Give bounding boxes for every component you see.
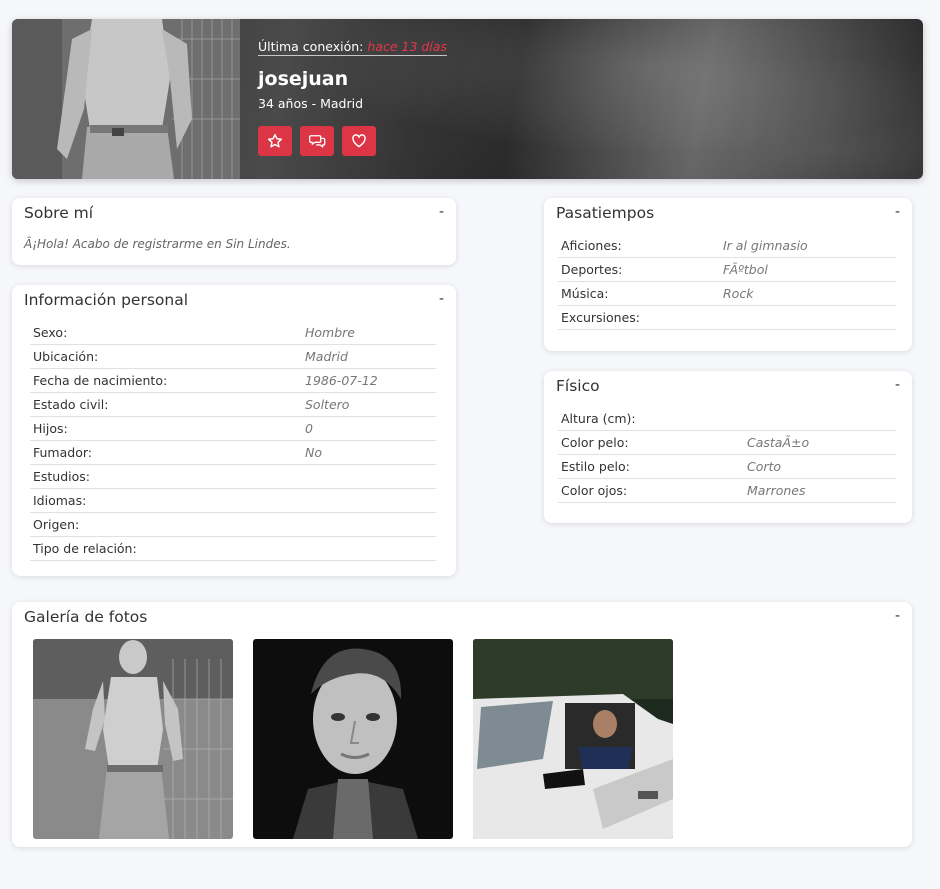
- table-row: Tipo de relación:: [30, 537, 436, 561]
- row-label: Altura (cm):: [561, 411, 636, 426]
- header-info: Última conexión: hace 13 días josejuan 34…: [258, 19, 923, 179]
- heart-icon: [352, 134, 366, 148]
- personal-info-card: Información personal - Sexo: Hombre Ubica…: [12, 285, 456, 576]
- about-title: Sobre mí: [24, 204, 94, 222]
- about-card: Sobre mí - Â¡Hola! Acabo de registrarme …: [12, 198, 456, 265]
- about-text: Â¡Hola! Acabo de registrarme en Sin Lind…: [24, 237, 291, 251]
- last-connection-value: hace 13 días: [367, 39, 447, 54]
- row-label: Sexo:: [33, 325, 68, 340]
- table-row: Fumador: No: [30, 441, 436, 465]
- row-value: 1986-07-12: [305, 373, 378, 388]
- username: josejuan: [258, 68, 349, 90]
- age-location: 34 años - Madrid: [258, 96, 364, 111]
- table-row: Excursiones:: [558, 306, 896, 330]
- chat-icon: [308, 135, 325, 148]
- table-row: Sexo: Hombre: [30, 321, 436, 345]
- gallery-title: Galería de fotos: [24, 608, 148, 626]
- profile-header: Última conexión: hace 13 días josejuan 34…: [12, 19, 923, 179]
- row-label: Estilo pelo:: [561, 459, 630, 474]
- row-label: Idiomas:: [33, 493, 87, 508]
- table-row: Deportes: FÃºtbol: [558, 258, 896, 282]
- table-row: Música: Rock: [558, 282, 896, 306]
- table-row: Hijos: 0: [30, 417, 436, 441]
- table-row: Ubicación: Madrid: [30, 345, 436, 369]
- hobbies-table: Aficiones: Ir al gimnasio Deportes: FÃºtbo…: [558, 234, 896, 330]
- last-connection: Última conexión: hace 13 días: [258, 39, 447, 56]
- row-value: Madrid: [305, 349, 348, 364]
- row-label: Deportes:: [561, 262, 623, 277]
- gallery-photo-gym[interactable]: [33, 639, 233, 839]
- table-row: Estudios:: [30, 465, 436, 489]
- row-value: Marrones: [747, 483, 806, 498]
- table-row: Estado civil: Soltero: [30, 393, 436, 417]
- row-label: Fumador:: [33, 445, 92, 460]
- row-value: Ir al gimnasio: [723, 238, 808, 253]
- row-label: Color pelo:: [561, 435, 629, 450]
- personal-info-title: Información personal: [24, 291, 189, 309]
- gallery-collapse-toggle[interactable]: -: [895, 608, 900, 624]
- hobbies-card: Pasatiempos - Aficiones: Ir al gimnasio D…: [544, 198, 912, 351]
- profile-avatar[interactable]: [12, 19, 240, 179]
- row-label: Hijos:: [33, 421, 68, 436]
- row-label: Aficiones:: [561, 238, 622, 253]
- row-value: 0: [305, 421, 313, 436]
- row-label: Excursiones:: [561, 310, 640, 325]
- hobbies-collapse-toggle[interactable]: -: [895, 204, 900, 220]
- row-label: Estado civil:: [33, 397, 109, 412]
- row-label: Origen:: [33, 517, 80, 532]
- physical-collapse-toggle[interactable]: -: [895, 377, 900, 393]
- favorite-button[interactable]: [258, 126, 292, 156]
- row-label: Fecha de nacimiento:: [33, 373, 168, 388]
- table-row: Idiomas:: [30, 489, 436, 513]
- gallery-card: Galería de fotos -: [12, 602, 912, 847]
- personal-info-collapse-toggle[interactable]: -: [439, 291, 444, 307]
- personal-info-table: Sexo: Hombre Ubicación: Madrid Fecha de na…: [30, 321, 436, 561]
- physical-title: Físico: [556, 377, 600, 395]
- about-collapse-toggle[interactable]: -: [439, 204, 444, 220]
- physical-card: Físico - Altura (cm): Color pelo: CastaÃ±…: [544, 371, 912, 523]
- row-value: FÃºtbol: [723, 262, 768, 277]
- row-value: CastaÃ±o: [747, 435, 810, 450]
- hobbies-title: Pasatiempos: [556, 204, 655, 222]
- last-connection-label: Última conexión:: [258, 39, 364, 54]
- table-row: Color ojos: Marrones: [558, 479, 896, 503]
- gallery-photo-truck[interactable]: [473, 639, 673, 839]
- row-label: Música:: [561, 286, 609, 301]
- gallery-photo-portrait[interactable]: [253, 639, 453, 839]
- row-label: Estudios:: [33, 469, 91, 484]
- message-button[interactable]: [300, 126, 334, 156]
- row-value: Corto: [747, 459, 782, 474]
- star-icon: [267, 133, 283, 148]
- table-row: Aficiones: Ir al gimnasio: [558, 234, 896, 258]
- table-row: Estilo pelo: Corto: [558, 455, 896, 479]
- like-button[interactable]: [342, 126, 376, 156]
- table-row: Origen:: [30, 513, 436, 537]
- row-value: Rock: [723, 286, 754, 301]
- table-row: Fecha de nacimiento: 1986-07-12: [30, 369, 436, 393]
- table-row: Altura (cm):: [558, 407, 896, 431]
- row-label: Color ojos:: [561, 483, 628, 498]
- physical-table: Altura (cm): Color pelo: CastaÃ±o Estilo …: [558, 407, 896, 503]
- row-label: Ubicación:: [33, 349, 99, 364]
- table-row: Color pelo: CastaÃ±o: [558, 431, 896, 455]
- profile-actions: [258, 126, 376, 156]
- row-value: Soltero: [305, 397, 350, 412]
- row-label: Tipo de relación:: [33, 541, 137, 556]
- row-value: Hombre: [305, 325, 355, 340]
- row-value: No: [305, 445, 322, 460]
